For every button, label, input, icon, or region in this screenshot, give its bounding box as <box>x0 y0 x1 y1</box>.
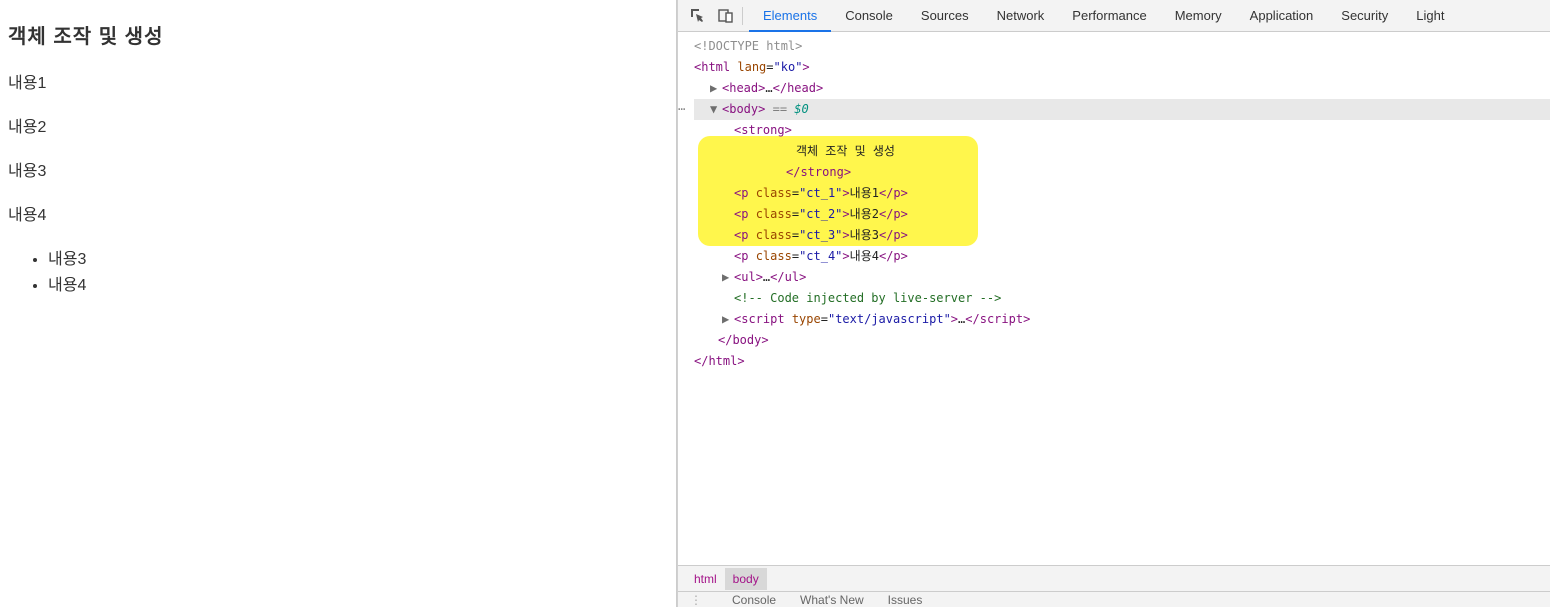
dom-node-p1[interactable]: <p class="ct_1">내용1</p> <box>694 183 1550 204</box>
content-paragraph: 내용3 <box>8 157 668 181</box>
dom-node-script[interactable]: ▶<script type="text/javascript">…</scrip… <box>694 309 1550 330</box>
drawer-tab-console[interactable]: Console <box>732 593 776 607</box>
tab-application[interactable]: Application <box>1236 0 1328 32</box>
dom-node-body-selected[interactable]: ▼<body> == $0 <box>694 99 1550 120</box>
devtools-drawer: ⋮ Console What's New Issues <box>678 591 1550 607</box>
dom-node-p4[interactable]: <p class="ct_4">내용4</p> <box>694 246 1550 267</box>
expand-toggle-icon[interactable]: ▶ <box>710 78 720 99</box>
content-paragraph: 내용2 <box>8 113 668 137</box>
toggle-device-toolbar-icon[interactable] <box>712 2 740 30</box>
dom-node-doctype[interactable]: <!DOCTYPE html> <box>694 36 1550 57</box>
rendered-page: 객체 조작 및 생성 내용1 내용2 내용3 내용4 내용3 내용4 <box>0 0 677 607</box>
drawer-tab-whatsnew[interactable]: What's New <box>800 593 864 607</box>
inspect-element-icon[interactable] <box>684 2 712 30</box>
list-item: 내용3 <box>48 245 668 269</box>
tab-performance[interactable]: Performance <box>1058 0 1160 32</box>
tab-security[interactable]: Security <box>1327 0 1402 32</box>
dom-node-head[interactable]: ▶<head>…</head> <box>694 78 1550 99</box>
content-paragraph: 내용1 <box>8 69 668 93</box>
expand-toggle-icon[interactable]: ▶ <box>722 309 732 330</box>
tab-lighthouse[interactable]: Light <box>1402 0 1458 32</box>
content-list: 내용3 내용4 <box>8 245 668 295</box>
collapse-toggle-icon[interactable]: ▼ <box>710 99 720 120</box>
dom-node-html-close[interactable]: </html> <box>694 351 1550 372</box>
list-item: 내용4 <box>48 271 668 295</box>
dom-node-html[interactable]: <html lang="ko"> <box>694 57 1550 78</box>
dom-node-p2[interactable]: <p class="ct_2">내용2</p> <box>694 204 1550 225</box>
tab-console[interactable]: Console <box>831 0 907 32</box>
toolbar-separator <box>742 7 743 25</box>
dom-node-p3[interactable]: <p class="ct_3">내용3</p> <box>694 225 1550 246</box>
content-paragraph: 내용4 <box>8 201 668 225</box>
tab-elements[interactable]: Elements <box>749 0 831 32</box>
tab-network[interactable]: Network <box>983 0 1059 32</box>
drawer-menu-icon[interactable]: ⋮ <box>690 593 702 607</box>
expand-toggle-icon[interactable]: ▶ <box>722 267 732 288</box>
breadcrumb-html[interactable]: html <box>686 568 725 590</box>
dom-node-strong-close[interactable]: </strong> <box>694 162 1550 183</box>
dom-node-strong-text[interactable]: 객체 조작 및 생성 <box>694 141 1550 162</box>
page-title: 객체 조작 및 생성 <box>8 20 668 49</box>
dom-node-comment[interactable]: <!-- Code injected by live-server --> <box>694 288 1550 309</box>
dom-node-body-close[interactable]: </body> <box>694 330 1550 351</box>
tab-sources[interactable]: Sources <box>907 0 983 32</box>
devtools-panel: Elements Console Sources Network Perform… <box>677 0 1550 607</box>
dom-node-ul[interactable]: ▶<ul>…</ul> <box>694 267 1550 288</box>
tab-memory[interactable]: Memory <box>1161 0 1236 32</box>
drawer-tab-issues[interactable]: Issues <box>888 593 923 607</box>
dom-breadcrumb: html body <box>678 565 1550 591</box>
devtools-toolbar: Elements Console Sources Network Perform… <box>678 0 1550 32</box>
breadcrumb-body[interactable]: body <box>725 568 767 590</box>
elements-tree[interactable]: <!DOCTYPE html> <html lang="ko"> ▶<head>… <box>678 32 1550 565</box>
dom-node-strong-open[interactable]: <strong> <box>694 120 1550 141</box>
